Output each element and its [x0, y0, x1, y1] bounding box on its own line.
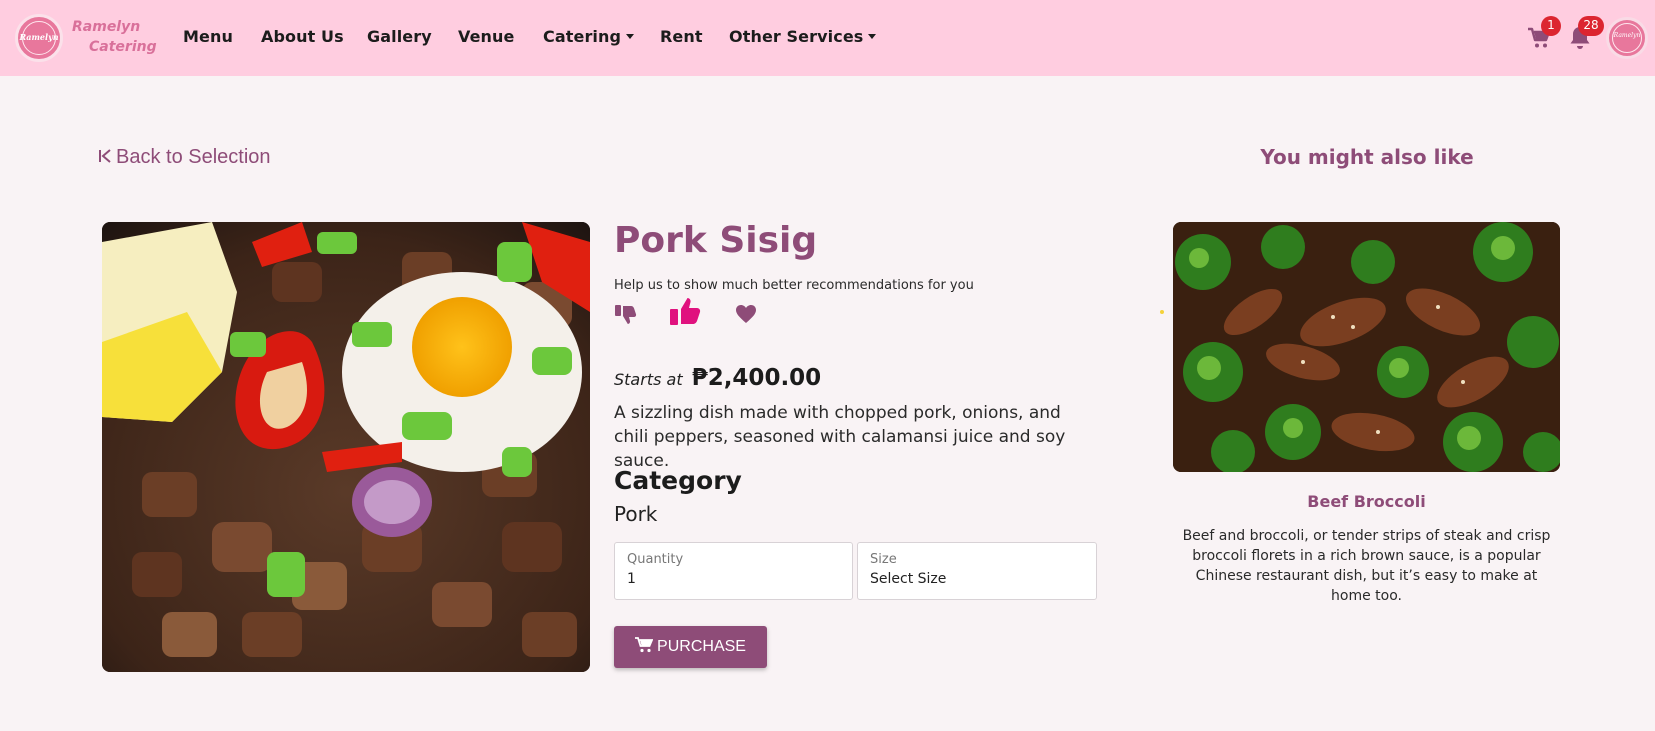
- back-to-selection-link[interactable]: Back to Selection: [98, 146, 271, 169]
- back-label: Back to Selection: [116, 146, 271, 168]
- quantity-field[interactable]: Quantity 1: [614, 542, 853, 600]
- price-line: Starts at ₱2,400.00: [614, 365, 821, 391]
- nav-other-services-label: Other Services: [729, 27, 864, 46]
- purchase-label: PURCHASE: [657, 638, 746, 655]
- nav-catering-dropdown[interactable]: Catering: [543, 27, 634, 46]
- quantity-value[interactable]: 1: [627, 571, 636, 587]
- brand-name-line2: Catering: [89, 39, 157, 55]
- navbar: Ramelyn Ramelyn Catering Menu About Us G…: [0, 0, 1655, 76]
- size-select[interactable]: Size Select Size: [857, 542, 1097, 600]
- product-image-art: [102, 222, 590, 672]
- price-label: Starts at: [614, 370, 683, 389]
- brand-name[interactable]: Ramelyn Catering: [72, 17, 157, 57]
- nav-rent[interactable]: Rent: [660, 27, 703, 46]
- recommendation-image[interactable]: [1173, 222, 1560, 472]
- logo[interactable]: Ramelyn: [15, 14, 63, 62]
- thumbs-up-icon[interactable]: [669, 296, 703, 326]
- skip-back-icon: [99, 149, 111, 163]
- decorative-dot: [1160, 310, 1164, 314]
- also-like-heading: You might also like: [1260, 145, 1474, 169]
- quantity-label: Quantity: [627, 552, 684, 567]
- notification-count-badge: 28: [1578, 16, 1604, 36]
- nav-catering-label: Catering: [543, 27, 622, 46]
- product-image: [102, 222, 590, 672]
- nav-about-us[interactable]: About Us: [261, 27, 344, 46]
- brand-name-line1: Ramelyn: [72, 19, 141, 35]
- recommendation-description: Beef and broccoli, or tender strips of s…: [1182, 528, 1551, 604]
- recommendation-name[interactable]: Beef Broccoli: [1173, 492, 1560, 511]
- logo-text: Ramelyn: [19, 32, 59, 42]
- avatar-text: Ramelyn: [1613, 32, 1641, 39]
- size-value[interactable]: Select Size: [870, 571, 946, 587]
- nav-other-services-dropdown[interactable]: Other Services: [729, 27, 876, 46]
- product-title: Pork Sisig: [614, 220, 818, 261]
- nav-gallery[interactable]: Gallery: [367, 27, 432, 46]
- price-value: ₱2,400.00: [691, 365, 822, 391]
- recommendation-help-text: Help us to show much better recommendati…: [614, 278, 974, 293]
- recommendation-image-art: [1173, 222, 1560, 472]
- category-value: Pork: [614, 502, 658, 526]
- thumbs-down-icon[interactable]: [614, 304, 638, 326]
- nav-venue[interactable]: Venue: [458, 27, 515, 46]
- cart-count-badge: 1: [1541, 16, 1561, 36]
- category-heading: Category: [614, 466, 742, 495]
- purchase-button[interactable]: PURCHASE: [614, 626, 767, 668]
- avatar[interactable]: Ramelyn: [1606, 17, 1648, 59]
- nav-menu[interactable]: Menu: [183, 27, 233, 46]
- size-label: Size: [870, 552, 897, 567]
- heart-icon[interactable]: [735, 304, 757, 324]
- product-description: A sizzling dish made with chopped pork, …: [614, 403, 1066, 471]
- cart-icon: [635, 637, 654, 653]
